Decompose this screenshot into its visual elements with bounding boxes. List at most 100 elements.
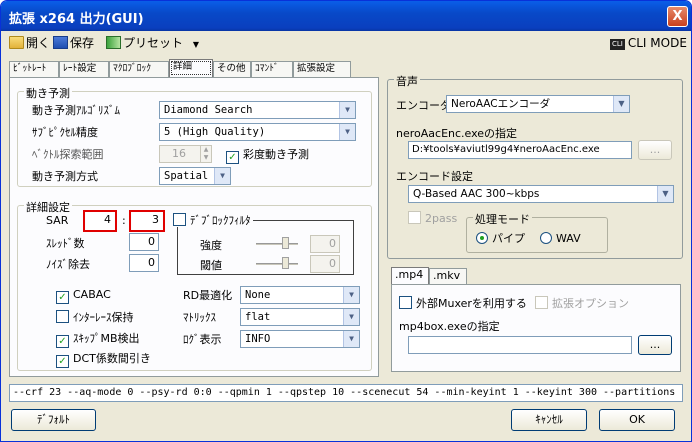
- tab-mp4[interactable]: .mp4: [391, 267, 429, 284]
- close-button[interactable]: X: [667, 6, 688, 27]
- check-icon: ✓: [56, 355, 69, 368]
- matrix-value: flat: [245, 311, 271, 323]
- open-label: 開く: [26, 36, 51, 50]
- subpel-value: 5 (High Quality): [164, 126, 266, 138]
- tab-extended[interactable]: 拡張設定: [293, 61, 351, 77]
- cabac-label: CABAC: [73, 288, 111, 301]
- chevron-down-icon: ▼: [657, 186, 673, 202]
- subpel-select[interactable]: 5 (High Quality) ▼: [159, 123, 356, 141]
- extended-option-checkbox[interactable]: 拡張オプション: [535, 296, 629, 310]
- direct-mode-label: 動き予測方式: [32, 170, 98, 183]
- mp4box-path-input[interactable]: [408, 336, 632, 354]
- wav-label: WAV: [556, 232, 581, 245]
- wav-radio[interactable]: WAV: [540, 232, 581, 245]
- preset-icon: [106, 36, 121, 49]
- log-level-select[interactable]: INFO ▼: [240, 330, 360, 348]
- interlace-checkbox[interactable]: ｲﾝﾀｰﾚｰｽ保持: [56, 310, 134, 324]
- search-range-input[interactable]: 16: [159, 145, 201, 163]
- toolbar: 開く 保存 プリセット ▼ CLI CLI MODE: [1, 32, 691, 54]
- audio-2pass-label: 2pass: [425, 212, 458, 225]
- audio-encoder-select[interactable]: NeroAACエンコーダ ▼: [446, 95, 630, 113]
- audio-group-label: 音声: [394, 73, 420, 89]
- tab-detail[interactable]: 詳細: [169, 59, 213, 77]
- matrix-select[interactable]: flat ▼: [240, 308, 360, 326]
- me-algorithm-label: 動き予測ｱﾙｺﾞﾘｽﾞﾑ: [32, 104, 120, 117]
- direct-mode-select[interactable]: Spatial ▼: [159, 167, 231, 185]
- chevron-down-icon: ▼: [613, 96, 629, 112]
- chevron-down-icon: ▼: [343, 331, 359, 347]
- search-range-spinner[interactable]: ▲ ▼: [200, 145, 212, 163]
- encode-setting-label: エンコード設定: [396, 170, 473, 183]
- sar-y-input[interactable]: 3: [132, 212, 162, 230]
- window-title: 拡張 x264 出力(GUI): [9, 12, 144, 27]
- rd-optimization-label: RD最適化: [183, 289, 233, 302]
- skip-mb-checkbox[interactable]: ✓ ｽｷｯﾌﾟMB検出: [56, 332, 140, 348]
- tab-rate-settings[interactable]: ﾚｰﾄ設定: [59, 61, 109, 77]
- detail-group-label: 詳細設定: [24, 199, 72, 215]
- cabac-checkbox[interactable]: ✓ CABAC: [56, 288, 111, 304]
- skip-mb-label: ｽｷｯﾌﾟMB検出: [73, 332, 140, 345]
- check-icon: ✓: [226, 151, 239, 164]
- nero-browse-button[interactable]: ...: [638, 140, 672, 160]
- deblock-threshold-input[interactable]: 0: [310, 255, 340, 273]
- tab-other[interactable]: その他: [213, 61, 251, 77]
- x264-settings-window: 拡張 x264 出力(GUI) X 開く 保存 プリセット ▼ CLI CLI M…: [0, 0, 692, 442]
- container-tab-panel: 外部Muxerを利用する 拡張オプション mp4box.exeの指定 ...: [391, 284, 681, 372]
- chevron-down-icon: ▼: [339, 124, 355, 140]
- check-icon: ✓: [56, 335, 69, 348]
- checkbox-icon: [408, 211, 421, 224]
- tab-bitrate[interactable]: ﾋﾞｯﾄﾚｰﾄ: [9, 61, 59, 77]
- log-level-value: INFO: [245, 333, 271, 345]
- noise-reduction-input[interactable]: 0: [129, 254, 159, 272]
- cancel-button[interactable]: ｷｬﾝｾﾙ: [511, 409, 587, 431]
- chevron-down-icon: ▼: [192, 40, 199, 49]
- pipe-radio[interactable]: パイプ: [476, 232, 525, 245]
- save-button[interactable]: 保存: [53, 34, 94, 52]
- deblock-group: ﾃﾞﾌﾞﾛｯｸﾌｨﾙﾀ 強度 0 閾値 0: [173, 213, 354, 275]
- tab-mkv[interactable]: .mkv: [429, 268, 467, 284]
- motion-estimation-group: 動き予測 動き予測ｱﾙｺﾞﾘｽﾞﾑ Diamond Search ▼ ｻﾌﾞﾋﾟｸ…: [17, 85, 372, 187]
- subpel-label: ｻﾌﾞﾋﾟｸｾﾙ精度: [32, 126, 98, 139]
- checkbox-icon: [535, 296, 548, 309]
- detail-settings-group: 詳細設定 SAR 4 : 3 ｽﾚｯﾄﾞ数 0 ﾉｲｽﾞ除去 0 ﾃﾞﾌﾞﾛｯｸ…: [17, 199, 372, 371]
- chroma-me-checkbox[interactable]: ✓ 彩度動き予測: [226, 148, 309, 164]
- tab-macroblock[interactable]: ﾏｸﾛﾌﾞﾛｯｸ: [109, 61, 169, 77]
- audio-encoder-value: NeroAACエンコーダ: [451, 98, 551, 110]
- external-muxer-checkbox[interactable]: 外部Muxerを利用する: [399, 296, 527, 310]
- dct-decimate-checkbox[interactable]: ✓ DCT係数間引き: [56, 352, 151, 368]
- deblock-strength-input[interactable]: 0: [310, 235, 340, 253]
- pipe-label: パイプ: [492, 232, 525, 245]
- interlace-label: ｲﾝﾀｰﾚｰｽ保持: [73, 311, 134, 324]
- me-algorithm-select[interactable]: Diamond Search ▼: [159, 101, 356, 119]
- extended-option-label: 拡張オプション: [552, 297, 629, 310]
- detail-tab-panel: 動き予測 動き予測ｱﾙｺﾞﾘｽﾞﾑ Diamond Search ▼ ｻﾌﾞﾋﾟｸ…: [9, 77, 379, 377]
- chevron-down-icon: ▼: [214, 168, 230, 184]
- ok-button[interactable]: OK: [599, 409, 675, 431]
- mp4box-browse-button[interactable]: ...: [638, 335, 672, 355]
- radio-selected-icon: [476, 232, 488, 244]
- cli-mode-button[interactable]: CLI CLI MODE: [610, 34, 687, 52]
- encode-setting-select[interactable]: Q-Based AAC 300~kbps ▼: [408, 185, 674, 203]
- title-bar: 拡張 x264 出力(GUI) X: [1, 1, 691, 31]
- deblock-strength-slider[interactable]: [256, 243, 298, 245]
- deblock-threshold-slider[interactable]: [256, 263, 298, 265]
- nero-exe-path-input[interactable]: D:¥tools¥aviutl99g4¥neroAacEnc.exe: [408, 141, 632, 159]
- default-button[interactable]: ﾃﾞﾌｫﾙﾄ: [11, 409, 96, 431]
- chroma-me-label: 彩度動き予測: [243, 148, 309, 161]
- preset-menu[interactable]: プリセット ▼: [106, 34, 199, 52]
- open-button[interactable]: 開く: [9, 34, 50, 52]
- audio-encoder-label: エンコーダ: [396, 99, 451, 112]
- checkbox-icon: [173, 213, 186, 226]
- matrix-label: ﾏﾄﾘｯｸｽ: [183, 311, 216, 324]
- chevron-down-icon: ▼: [339, 102, 355, 118]
- audio-group: 音声 エンコーダ NeroAACエンコーダ ▼ neroAacEnc.exeの指定…: [387, 73, 683, 259]
- command-line-preview[interactable]: --crf 23 --aq-mode 0 --psy-rd 0:0 --qpmi…: [9, 384, 683, 402]
- deblock-threshold-thumb[interactable]: [282, 257, 289, 269]
- threads-input[interactable]: 0: [129, 233, 159, 251]
- deblock-strength-thumb[interactable]: [282, 237, 289, 249]
- rd-optimization-select[interactable]: None ▼: [240, 286, 360, 304]
- sar-x-input[interactable]: 4: [86, 212, 114, 230]
- tab-command[interactable]: ｺﾏﾝﾄﾞ: [251, 61, 293, 77]
- deblock-checkbox[interactable]: ﾃﾞﾌﾞﾛｯｸﾌｨﾙﾀ: [173, 213, 253, 227]
- audio-2pass-checkbox[interactable]: 2pass: [408, 211, 457, 225]
